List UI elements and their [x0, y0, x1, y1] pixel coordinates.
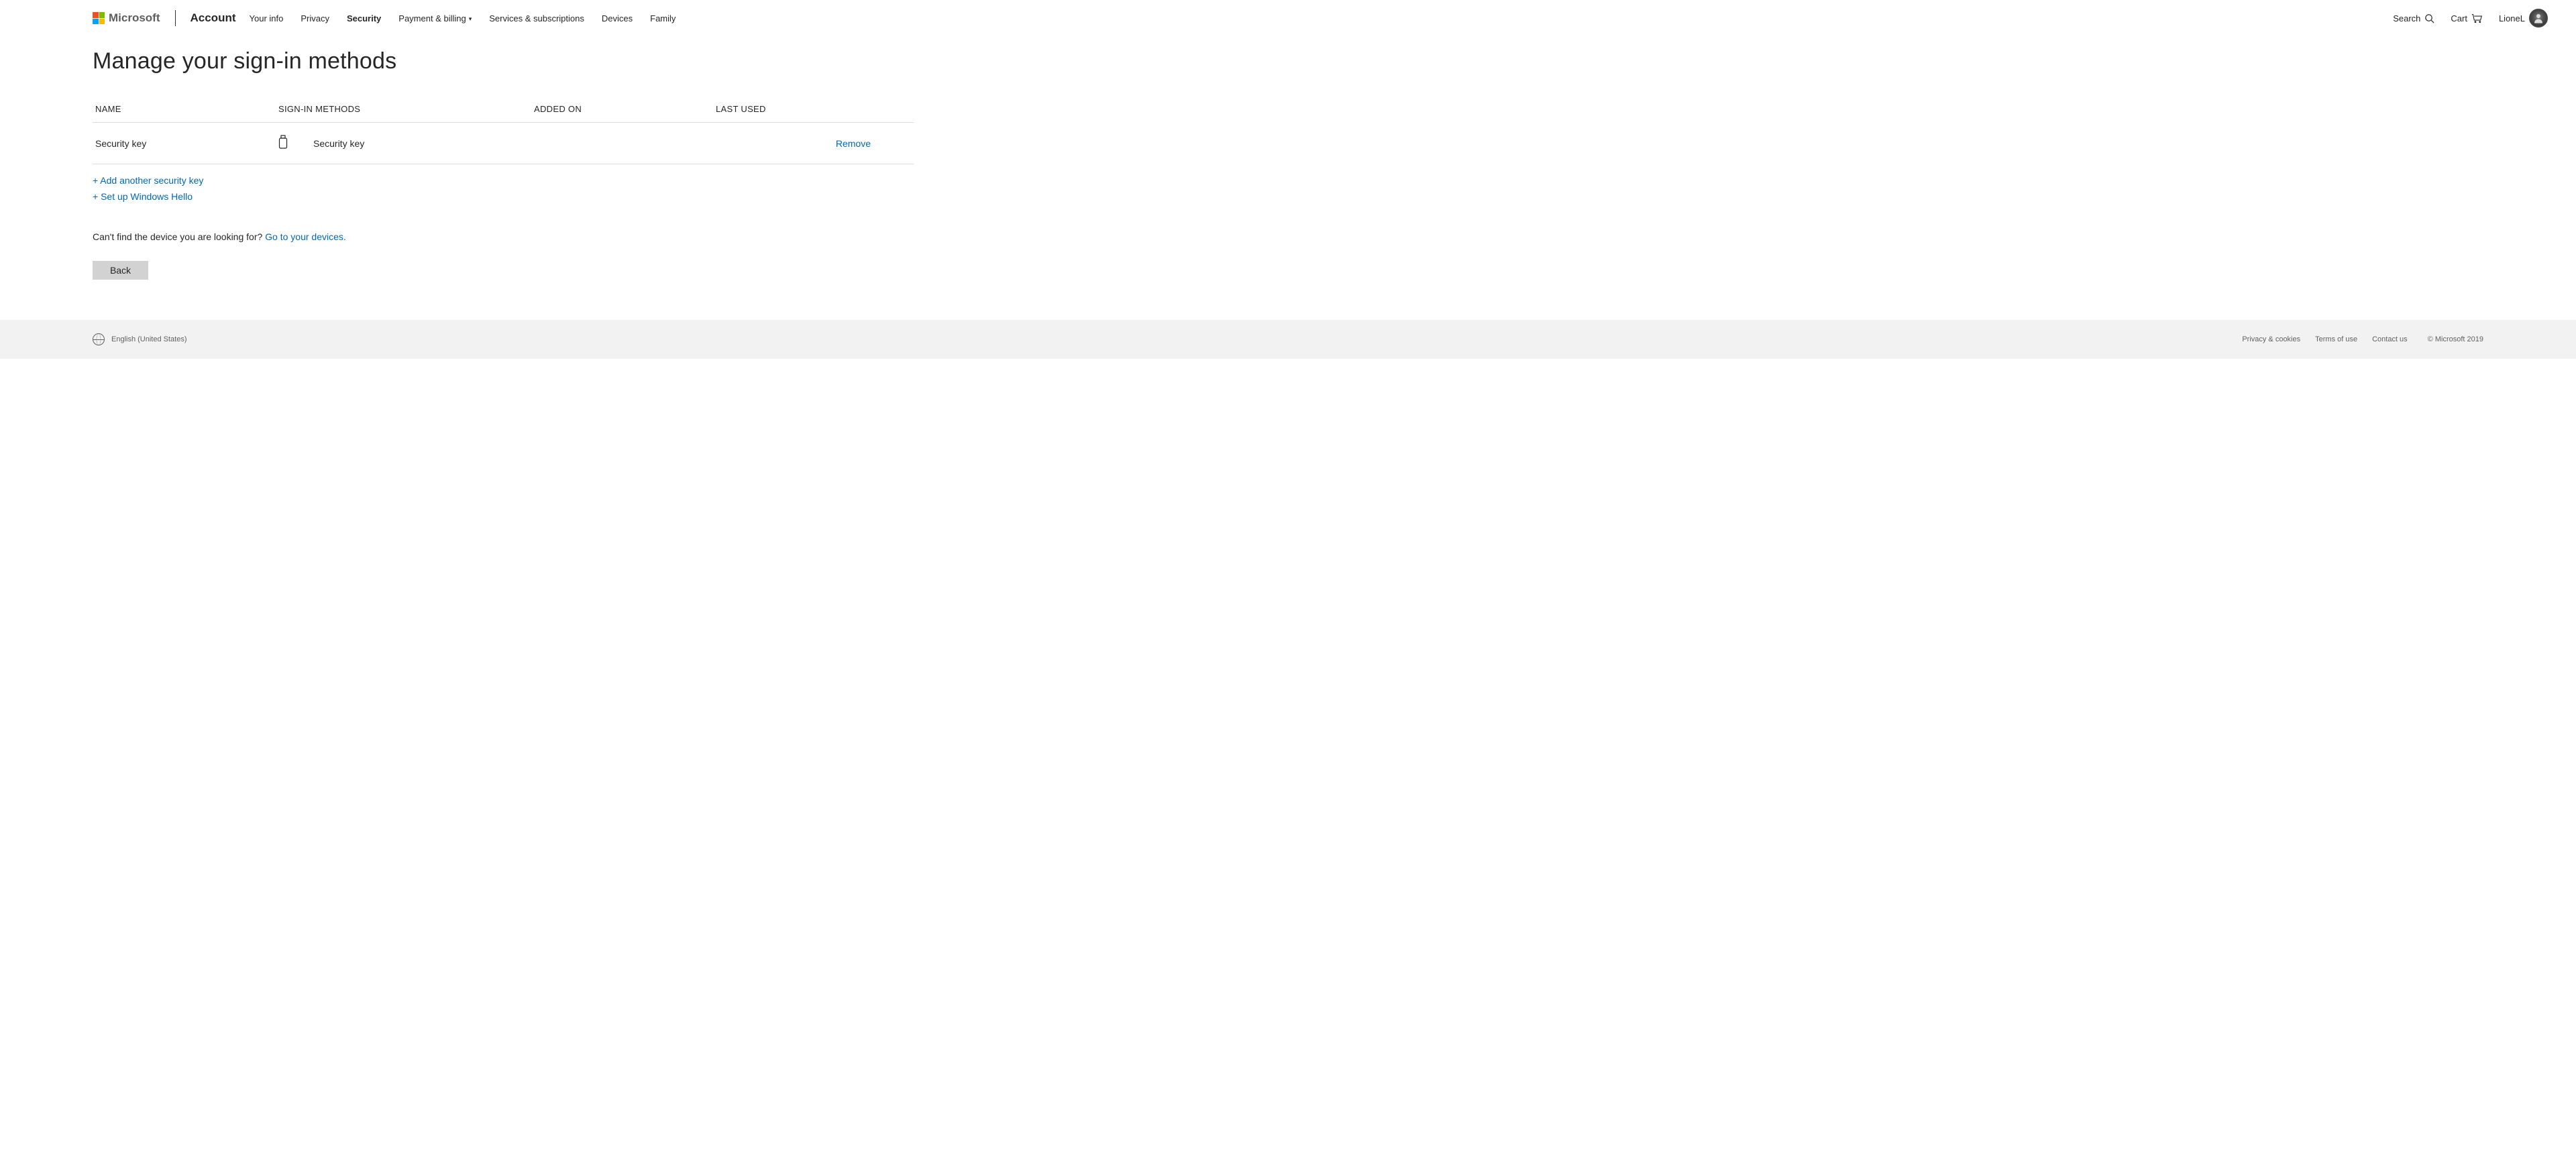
- footer-contact-link[interactable]: Contact us: [2372, 335, 2408, 343]
- avatar: [2529, 9, 2548, 27]
- column-header-name: NAME: [95, 104, 278, 114]
- search-button[interactable]: Search: [2393, 13, 2434, 23]
- user-menu[interactable]: LioneL: [2499, 9, 2548, 27]
- primary-nav: Your info Privacy Security Payment & bil…: [250, 13, 676, 23]
- microsoft-logo-icon: [93, 12, 105, 24]
- row-name: Security key: [95, 138, 278, 149]
- footer-links: Privacy & cookies Terms of use Contact u…: [2242, 335, 2483, 343]
- nav-item-label: Privacy: [301, 13, 329, 23]
- locale-label: English (United States): [111, 335, 187, 343]
- nav-item-label: Security: [347, 13, 381, 23]
- search-icon: [2424, 13, 2434, 23]
- add-security-key-link[interactable]: + Add another security key: [93, 175, 914, 186]
- usb-key-icon: [278, 135, 288, 152]
- back-button[interactable]: Back: [93, 261, 148, 280]
- avatar-icon: [2532, 12, 2544, 24]
- table-row: Security key Security key Remove: [93, 123, 914, 164]
- cart-icon: [2471, 13, 2483, 23]
- top-navigation-left: Microsoft Account Your info Privacy Secu…: [0, 10, 676, 26]
- chevron-down-icon: ▾: [469, 15, 472, 22]
- nav-divider: [175, 10, 176, 26]
- locale-selector[interactable]: English (United States): [93, 333, 187, 345]
- user-name: LioneL: [2499, 13, 2525, 23]
- column-header-last: LAST USED: [716, 104, 911, 114]
- search-label: Search: [2393, 13, 2420, 23]
- add-links: + Add another security key + Set up Wind…: [93, 175, 914, 202]
- device-hint: Can't find the device you are looking fo…: [93, 231, 914, 242]
- microsoft-logo[interactable]: Microsoft: [93, 11, 160, 25]
- page-content: Manage your sign-in methods NAME SIGN-IN…: [0, 36, 1006, 320]
- nav-item-label: Your info: [250, 13, 284, 23]
- row-method: Security key: [278, 135, 534, 152]
- column-header-method: SIGN-IN METHODS: [278, 104, 534, 114]
- nav-item-label: Family: [650, 13, 676, 23]
- nav-payment-billing[interactable]: Payment & billing▾: [398, 13, 472, 23]
- cart-label: Cart: [2451, 13, 2467, 23]
- sign-in-table-header: NAME SIGN-IN METHODS ADDED ON LAST USED: [93, 99, 914, 123]
- footer-terms-link[interactable]: Terms of use: [2315, 335, 2357, 343]
- globe-icon: [93, 333, 105, 345]
- nav-item-label: Services & subscriptions: [489, 13, 584, 23]
- go-to-devices-link[interactable]: Go to your devices.: [265, 231, 346, 242]
- top-navigation: Microsoft Account Your info Privacy Secu…: [0, 0, 2576, 36]
- nav-app-name[interactable]: Account: [191, 11, 236, 25]
- microsoft-logo-text: Microsoft: [109, 11, 160, 25]
- row-method-label: Security key: [313, 138, 364, 149]
- page-footer: English (United States) Privacy & cookie…: [0, 320, 2576, 359]
- nav-item-label: Payment & billing: [398, 13, 466, 23]
- device-hint-text: Can't find the device you are looking fo…: [93, 231, 265, 242]
- nav-services-subscriptions[interactable]: Services & subscriptions: [489, 13, 584, 23]
- nav-your-info[interactable]: Your info: [250, 13, 284, 23]
- setup-windows-hello-link[interactable]: + Set up Windows Hello: [93, 191, 914, 202]
- top-navigation-right: Search Cart LioneL: [2393, 9, 2555, 27]
- column-header-added: ADDED ON: [534, 104, 716, 114]
- nav-item-label: Devices: [602, 13, 633, 23]
- remove-link[interactable]: Remove: [836, 138, 911, 149]
- nav-family[interactable]: Family: [650, 13, 676, 23]
- page-title: Manage your sign-in methods: [93, 48, 914, 74]
- cart-button[interactable]: Cart: [2451, 13, 2483, 23]
- footer-privacy-link[interactable]: Privacy & cookies: [2242, 335, 2300, 343]
- nav-devices[interactable]: Devices: [602, 13, 633, 23]
- nav-privacy[interactable]: Privacy: [301, 13, 329, 23]
- nav-security[interactable]: Security: [347, 13, 381, 23]
- footer-copyright: © Microsoft 2019: [2428, 335, 2483, 343]
